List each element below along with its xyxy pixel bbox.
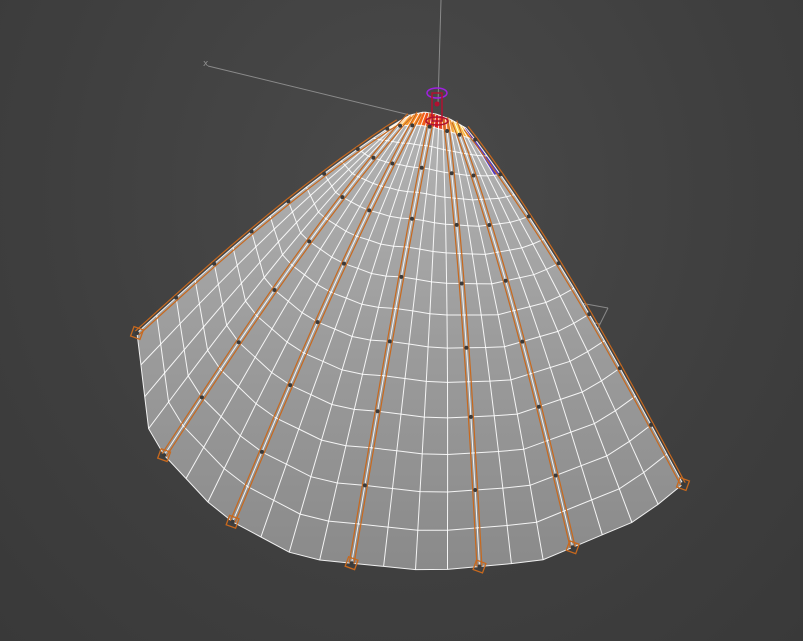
bone-joint[interactable] [553, 473, 558, 478]
bone-joint[interactable] [464, 345, 469, 350]
bone-joint[interactable] [387, 339, 392, 344]
bone-joint[interactable] [587, 312, 592, 317]
scene-canvas[interactable]: x [0, 0, 803, 641]
axis-label-x: x [203, 59, 209, 69]
bone-joint[interactable] [419, 165, 424, 170]
bone-joint[interactable] [249, 229, 254, 234]
bone-joint[interactable] [342, 261, 346, 266]
viewport-perspective[interactable]: x [0, 0, 803, 641]
bone-joint[interactable] [307, 239, 312, 244]
bone-joint[interactable] [477, 564, 482, 569]
bone-joint[interactable] [473, 488, 478, 492]
bone-joint[interactable] [471, 173, 476, 178]
bone-joint[interactable] [288, 383, 293, 388]
bone-joint[interactable] [570, 545, 575, 550]
bone-joint[interactable] [681, 482, 685, 486]
bone-joint[interactable] [174, 295, 179, 300]
bone-joint[interactable] [445, 129, 450, 133]
bone-joint[interactable] [259, 449, 264, 454]
bone-joint[interactable] [286, 199, 291, 204]
bone-joint[interactable] [212, 261, 217, 266]
bone-joint[interactable] [556, 261, 561, 266]
bone-joint[interactable] [315, 320, 320, 325]
bone-joint[interactable] [349, 561, 354, 566]
bone-joint[interactable] [385, 126, 390, 131]
bone-joint[interactable] [498, 172, 503, 177]
bone-joint[interactable] [457, 132, 462, 137]
bone-joint[interactable] [520, 339, 525, 344]
bone-joint[interactable] [399, 274, 404, 279]
bone-joint[interactable] [503, 278, 508, 283]
world-x-axis-line [207, 65, 419, 118]
bone-joint[interactable] [199, 395, 204, 400]
gizmo-pivot[interactable] [434, 101, 440, 107]
bone-joint[interactable] [367, 208, 372, 213]
bone-joint[interactable] [390, 161, 395, 166]
bone-joint[interactable] [375, 409, 380, 414]
bone-joint[interactable] [410, 123, 415, 128]
bone-joint[interactable] [473, 137, 478, 142]
bone-joint[interactable] [355, 147, 360, 151]
bone-joint[interactable] [449, 171, 454, 176]
bone-joint[interactable] [340, 195, 345, 200]
bone-joint[interactable] [617, 366, 622, 371]
bone-joint[interactable] [362, 483, 367, 488]
bone-joint[interactable] [536, 404, 541, 409]
bone-joint[interactable] [236, 340, 241, 345]
bone-joint[interactable] [272, 288, 277, 292]
bone-joint[interactable] [322, 171, 327, 176]
bone-joint[interactable] [487, 223, 492, 227]
bone-joint[interactable] [649, 422, 654, 427]
bone-joint[interactable] [162, 453, 167, 458]
bone-joint[interactable] [398, 123, 403, 128]
bone-joint[interactable] [410, 216, 414, 221]
bone-joint[interactable] [459, 281, 464, 286]
bone-joint[interactable] [454, 222, 459, 227]
bone-joint[interactable] [468, 414, 473, 419]
bone-joint[interactable] [371, 155, 376, 160]
bone-joint[interactable] [526, 214, 531, 219]
bone-joint[interactable] [230, 519, 235, 524]
bone-joint[interactable] [427, 124, 432, 129]
bone-joint[interactable] [135, 331, 139, 335]
